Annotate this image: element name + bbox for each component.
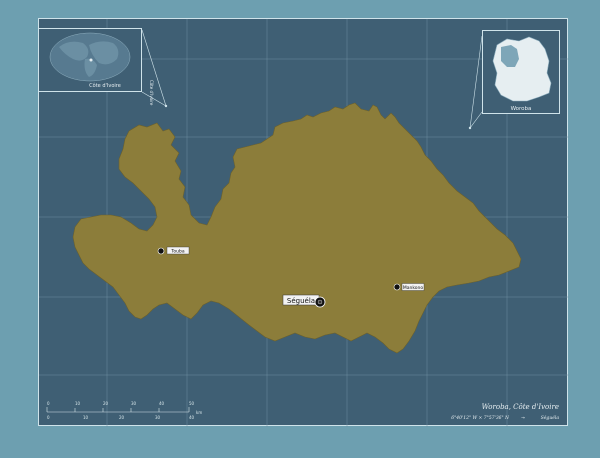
inset-country-map[interactable]: Woroba bbox=[482, 30, 560, 114]
svg-text:Côte d'Ivoire: Côte d'Ivoire bbox=[149, 80, 154, 106]
inset-country-label: Woroba bbox=[511, 106, 532, 112]
